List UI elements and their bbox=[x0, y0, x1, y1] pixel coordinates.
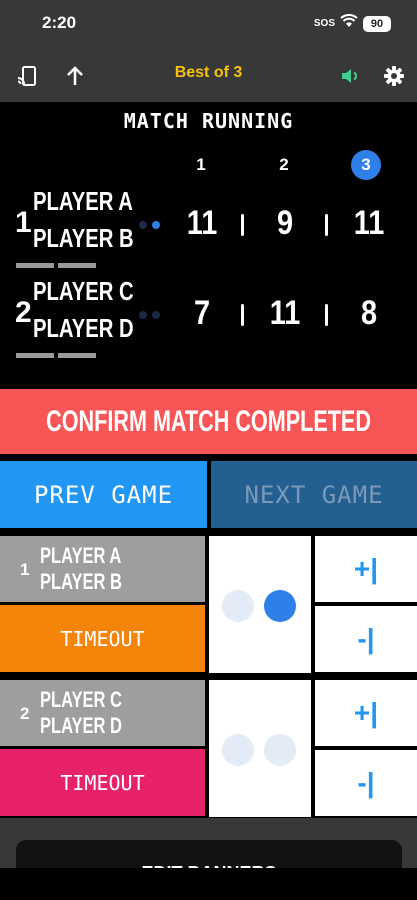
team-2-serve-selector bbox=[209, 680, 311, 817]
team-2-minus-button[interactable]: -| bbox=[315, 750, 417, 816]
team-2-panel: 2 PLAYER C PLAYER D bbox=[0, 680, 205, 746]
home-indicator-area bbox=[0, 868, 417, 900]
team-2-score-game-3: 8 bbox=[360, 294, 378, 332]
team-1-serve-option-1[interactable] bbox=[222, 590, 254, 622]
team-2-underline-1 bbox=[16, 353, 54, 358]
team-1-serve-dot-1 bbox=[139, 221, 147, 229]
team-2-score-game-1: 7 bbox=[193, 294, 211, 332]
team-2-number: 2 bbox=[15, 296, 32, 329]
prev-game-button[interactable]: PREV GAME bbox=[0, 461, 207, 528]
team-1-underline-2 bbox=[58, 263, 96, 268]
team-1-panel-number: 1 bbox=[20, 560, 30, 579]
team-1-score-game-1: 11 bbox=[186, 204, 218, 242]
team-2-plus-button[interactable]: +| bbox=[315, 680, 417, 746]
wifi-icon bbox=[340, 14, 358, 33]
scoreboard: MATCH RUNNING 1 2 3 1 PLAYER A PLAYER B … bbox=[0, 102, 417, 389]
team-1-player-2: PLAYER B bbox=[33, 223, 134, 253]
team-2-timeout-button[interactable]: TIMEOUT bbox=[0, 749, 205, 816]
confirm-match-completed-button[interactable]: CONFIRM MATCH COMPLETED bbox=[0, 389, 417, 454]
team-2-player-2: PLAYER D bbox=[33, 313, 134, 343]
team-1-panel-player-1: PLAYER A bbox=[40, 543, 122, 568]
team-2-serve-option-2[interactable] bbox=[264, 734, 296, 766]
team-2-serve-option-1[interactable] bbox=[222, 734, 254, 766]
team-1-serve-dot-2 bbox=[152, 221, 160, 229]
team-1-serve-option-2[interactable] bbox=[264, 590, 296, 622]
status-bar: 2:20 SOS 90 bbox=[0, 0, 417, 50]
game-header-current: 3 bbox=[351, 150, 381, 180]
team-1-minus-button[interactable]: -| bbox=[315, 606, 417, 672]
match-status: MATCH RUNNING bbox=[123, 109, 294, 133]
team-1-score-game-2: 9 bbox=[276, 204, 294, 242]
status-time: 2:20 bbox=[42, 13, 77, 32]
toolbar: Best of 3 bbox=[0, 50, 417, 102]
status-indicators: SOS 90 bbox=[314, 14, 391, 33]
score-divider bbox=[241, 214, 244, 236]
team-2-player-1: PLAYER C bbox=[33, 276, 134, 306]
team-1-underline-1 bbox=[16, 263, 54, 268]
game-header-2: 2 bbox=[279, 155, 289, 174]
gear-icon[interactable] bbox=[380, 62, 408, 90]
team-1-plus-button[interactable]: +| bbox=[315, 536, 417, 602]
team-2-panel-player-1: PLAYER C bbox=[40, 687, 122, 712]
team-2-serve-dot-2 bbox=[152, 311, 160, 319]
score-divider bbox=[241, 304, 244, 326]
score-divider bbox=[325, 304, 328, 326]
team-1-serve-selector bbox=[209, 536, 311, 673]
team-2-score-game-2: 11 bbox=[269, 294, 301, 332]
next-game-button[interactable]: NEXT GAME bbox=[211, 461, 417, 528]
team-1-number: 1 bbox=[15, 206, 32, 239]
team-2-panel-number: 2 bbox=[20, 704, 30, 723]
speaker-icon[interactable] bbox=[337, 62, 365, 90]
game-header-1: 1 bbox=[196, 155, 206, 174]
team-1-panel-player-2: PLAYER B bbox=[40, 569, 122, 594]
team-1-timeout-button[interactable]: TIMEOUT bbox=[0, 605, 205, 672]
score-divider bbox=[325, 214, 328, 236]
confirm-button-label: CONFIRM MATCH COMPLETED bbox=[46, 404, 371, 438]
team-2-panel-player-2: PLAYER D bbox=[40, 713, 122, 738]
sos-label: SOS bbox=[313, 18, 335, 29]
team-2-serve-dot-1 bbox=[139, 311, 147, 319]
team-1-panel: 1 PLAYER A PLAYER B bbox=[0, 536, 205, 602]
team-2-underline-2 bbox=[58, 353, 96, 358]
team-1-score-game-3: 11 bbox=[353, 204, 385, 242]
battery-indicator: 90 bbox=[363, 15, 391, 32]
team-1-player-1: PLAYER A bbox=[33, 186, 133, 216]
